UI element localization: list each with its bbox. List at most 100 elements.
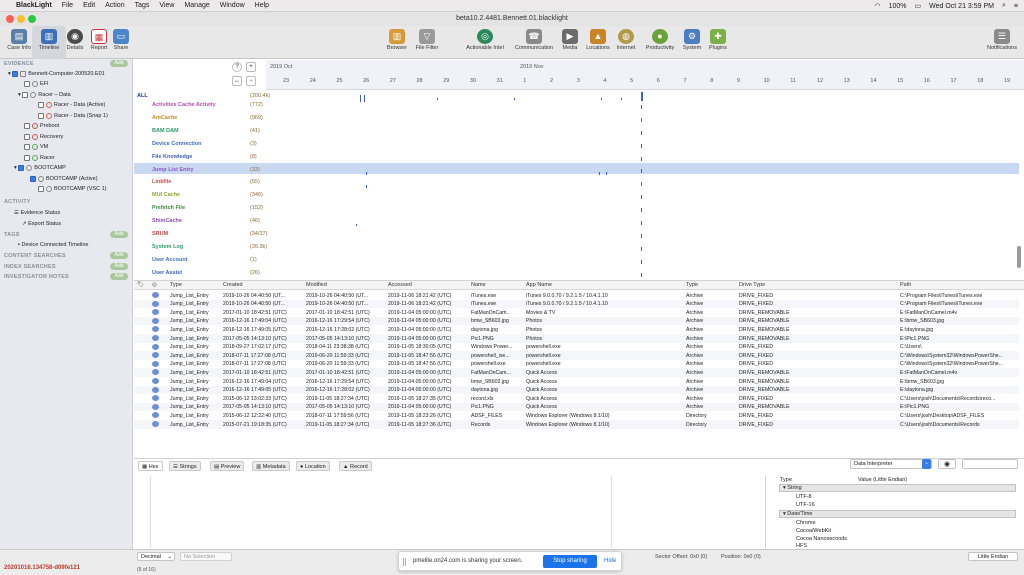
content-searches-add-badge[interactable]: Add xyxy=(110,252,128,259)
browser-button[interactable]: ▥ Browser xyxy=(380,26,414,59)
checkbox[interactable] xyxy=(24,122,30,129)
control-center-icon[interactable]: ≡ xyxy=(1014,3,1018,10)
tree-item-efi[interactable]: EFI xyxy=(24,79,49,89)
tree-item-evidence-file[interactable]: ▾ Bennett-Computer-200520.E01 xyxy=(8,69,105,79)
file-filter-button[interactable]: ▽ File Filter xyxy=(410,26,444,59)
wifi-icon[interactable]: ◠ xyxy=(874,2,880,10)
checkbox[interactable] xyxy=(38,112,44,119)
menu-view[interactable]: View xyxy=(159,2,174,9)
col-accessed[interactable]: Accessed xyxy=(388,282,412,288)
tree-item-vm[interactable]: VM xyxy=(24,142,48,152)
chevron-down-icon[interactable]: ⌄ xyxy=(922,459,931,469)
timeline-mark[interactable] xyxy=(599,172,600,175)
share-button[interactable]: ▭ Share xyxy=(104,26,138,59)
col-modified[interactable]: Modified xyxy=(306,282,327,288)
eye-icon[interactable]: ◉ xyxy=(938,459,956,469)
interpreter-group-datetime[interactable]: ▾ Date/Time xyxy=(779,510,1016,518)
tab-record[interactable]: ▲ Record xyxy=(339,461,372,471)
tree-item-bootcamp-active[interactable]: BOOTCAMP (Active) xyxy=(30,174,98,184)
index-searches-add-badge[interactable]: Add xyxy=(110,263,128,270)
checkbox[interactable] xyxy=(24,143,30,150)
timeline-mark[interactable] xyxy=(641,182,642,187)
timeline-mark[interactable] xyxy=(641,169,642,174)
timeline-mark[interactable] xyxy=(641,143,642,148)
col-name[interactable]: Name xyxy=(471,282,486,288)
timeline-mark[interactable] xyxy=(641,117,642,122)
case-info-button[interactable]: ▤ Case Info xyxy=(2,26,36,59)
col-app-name[interactable]: App Name xyxy=(526,282,552,288)
timeline-row-label[interactable]: Prefetch File xyxy=(152,205,185,211)
timeline-row-label[interactable]: Linkfile xyxy=(152,179,171,185)
timeline-mark[interactable] xyxy=(641,92,643,101)
tags-add-badge[interactable]: Add xyxy=(110,231,128,238)
timeline-mark[interactable] xyxy=(366,172,367,175)
timeline-mark[interactable] xyxy=(641,221,642,225)
timeline-row-label[interactable]: AmCache xyxy=(152,115,177,121)
checkbox[interactable] xyxy=(12,70,19,77)
checkbox[interactable] xyxy=(38,101,44,108)
timeline-mark[interactable] xyxy=(641,156,642,161)
timeline-row-label[interactable]: File Knowledge xyxy=(152,154,192,160)
menu-app-name[interactable]: BlackLight xyxy=(16,2,52,9)
tab-hex[interactable]: ▦ Hex xyxy=(138,461,163,471)
timeline-mark[interactable] xyxy=(621,98,622,100)
menu-tags[interactable]: Tags xyxy=(135,2,150,9)
zoom-in-button[interactable]: + xyxy=(246,62,256,72)
activity-export-status[interactable]: ↗ Export Status xyxy=(22,219,61,229)
endianness-select[interactable]: Little Endian xyxy=(968,552,1018,561)
timeline-row-label[interactable]: MUI Cache xyxy=(152,192,180,198)
timeline-row-label[interactable]: ShimCache xyxy=(152,218,182,224)
col-created[interactable]: Created xyxy=(223,282,243,288)
close-window-button[interactable] xyxy=(6,15,14,23)
plugins-button[interactable]: ✚ Plugins xyxy=(701,26,735,59)
timeline-mark[interactable] xyxy=(641,259,642,264)
zoom-out-button[interactable]: − xyxy=(246,76,256,86)
menu-clock[interactable]: Wed Oct 21 3:59 PM xyxy=(929,3,994,10)
col-type[interactable]: Type xyxy=(170,282,182,288)
timeline-mark[interactable] xyxy=(437,98,438,100)
timeline-all-label[interactable]: ALL xyxy=(137,93,148,99)
timeline-mark[interactable] xyxy=(641,130,642,135)
menu-action[interactable]: Action xyxy=(105,2,124,9)
timeline-mark[interactable] xyxy=(641,208,642,213)
menu-manage[interactable]: Manage xyxy=(184,2,209,9)
menu-window[interactable]: Window xyxy=(220,2,245,9)
timeline-mark[interactable] xyxy=(641,246,642,251)
tree-item-bootcamp-vsc[interactable]: BOOTCAMP (VSC 1) xyxy=(38,184,106,194)
tag-device-connected-timeline[interactable]: ▪ Device Connected Timeline xyxy=(18,240,88,250)
timeline-row-label[interactable]: User Assist xyxy=(152,270,182,276)
fit-button[interactable]: ↔ xyxy=(232,76,242,86)
checkbox[interactable] xyxy=(22,91,29,98)
timeline-row-label[interactable]: System Log xyxy=(152,244,183,250)
col-file-type[interactable]: Type xyxy=(686,282,698,288)
col-drive-type[interactable]: Drive Type xyxy=(739,282,765,288)
zoom-window-button[interactable] xyxy=(28,15,36,23)
tag-column-icon[interactable]: 🏷 xyxy=(137,282,144,288)
checkbox[interactable] xyxy=(24,133,30,140)
notes-add-badge[interactable]: Add xyxy=(110,273,128,280)
menu-help[interactable]: Help xyxy=(255,2,269,9)
timeline-mark[interactable] xyxy=(641,233,642,238)
checkbox[interactable] xyxy=(24,80,30,87)
timeline-row-label[interactable]: Device Connection xyxy=(152,141,202,147)
tree-item-recovery[interactable]: Recovery xyxy=(24,132,63,142)
menu-edit[interactable]: Edit xyxy=(83,2,95,9)
timeline-mark[interactable] xyxy=(641,104,642,109)
checkbox[interactable] xyxy=(30,175,36,182)
timeline-mark[interactable] xyxy=(606,172,607,175)
tree-item-racer-data-snap[interactable]: Racer - Data (Snap 1) xyxy=(38,111,108,121)
tree-item-bootcamp[interactable]: ▾ BOOTCAMP xyxy=(14,163,66,173)
timeline-row-label[interactable]: SRUM xyxy=(152,231,168,237)
timeline-mark[interactable] xyxy=(641,195,642,200)
number-format-select[interactable]: Decimal ⌄ xyxy=(137,552,175,561)
data-interpreter-select[interactable]: Data Interpreter ⌄ xyxy=(850,459,932,469)
search-icon[interactable]: ⌕ xyxy=(1002,2,1006,10)
minimize-window-button[interactable] xyxy=(17,15,25,23)
interpreter-group-string[interactable]: ▾ String xyxy=(779,484,1016,492)
col-path[interactable]: Path xyxy=(900,282,911,288)
timeline-scrollbar[interactable] xyxy=(1017,246,1021,268)
disclosure-triangle-icon[interactable]: ▾ xyxy=(8,71,11,77)
tab-location[interactable]: ● Location xyxy=(296,461,330,471)
communication-button[interactable]: ☎ Communication xyxy=(510,26,558,59)
timeline-row-label[interactable]: Activities Cache Activity xyxy=(152,102,216,108)
